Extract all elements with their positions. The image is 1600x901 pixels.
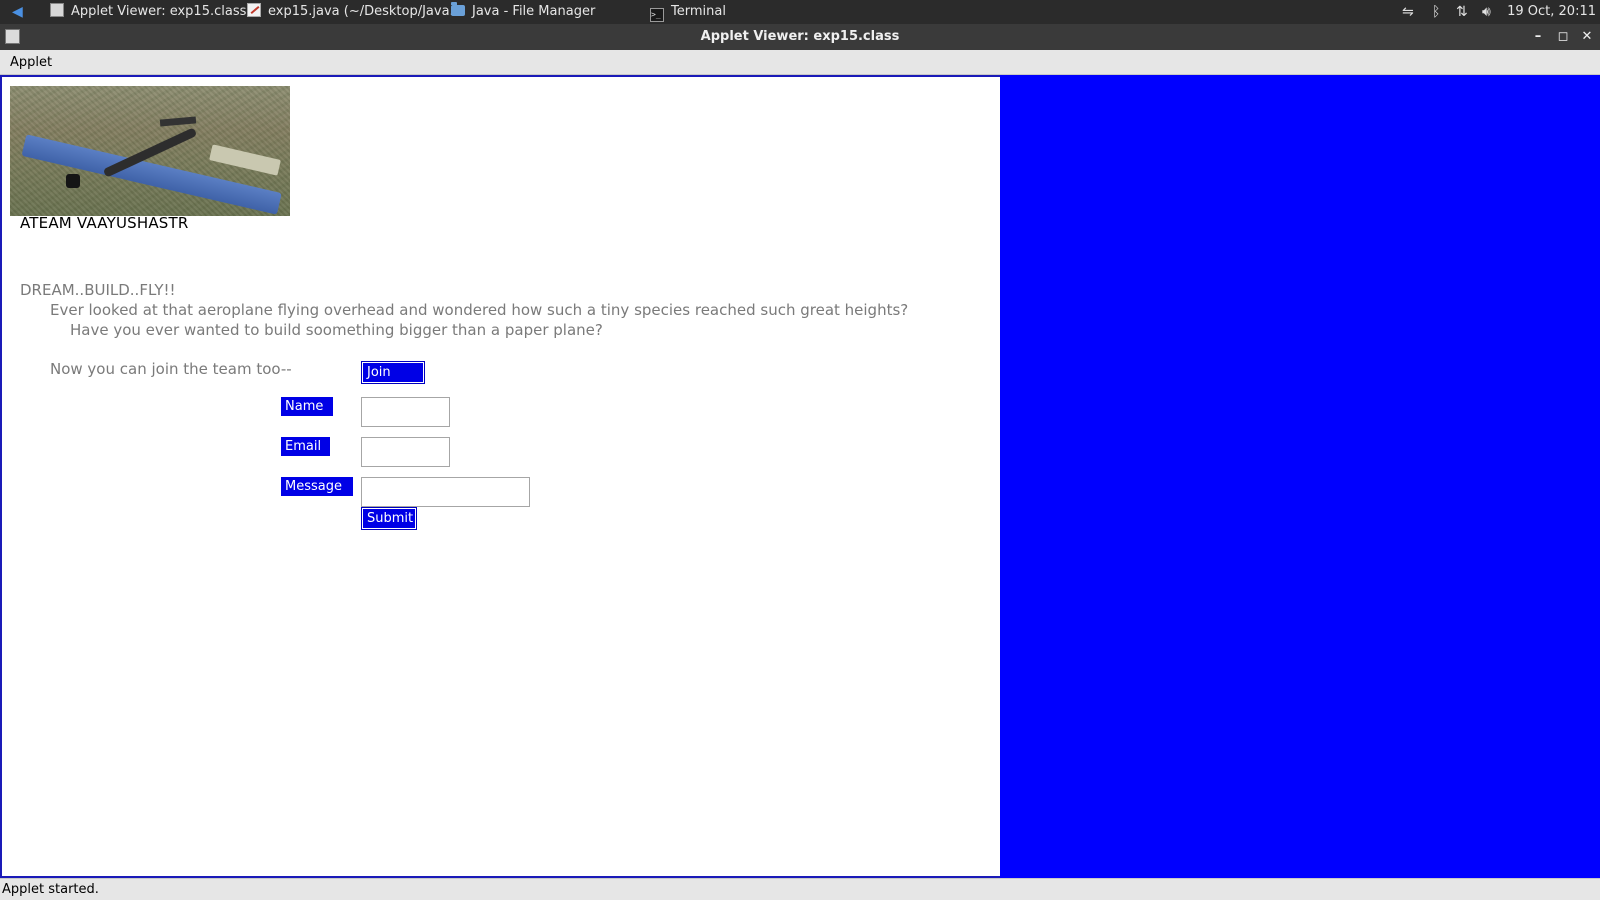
email-label: Email : [281,437,330,473]
taskbar-item-text-editor[interactable]: exp15.java (~/Desktop/Java... [247,0,462,24]
maximize-button[interactable]: ◻ [1553,24,1573,50]
status-text: Applet started. [2,882,99,897]
intro-paragraph-1: Ever looked at that aeroplane flying ove… [50,301,909,319]
network-wired-icon[interactable]: ⇋ [1402,0,1414,24]
folder-icon [451,2,465,16]
aircraft-photo [10,86,290,216]
app-menu-button[interactable]: ◀ [12,0,23,24]
taskbar: ◀ Applet Viewer: exp15.class exp15.java … [0,0,1600,24]
volume-icon[interactable]: 🔊︎ [1482,0,1491,24]
team-name: ATEAM VAAYUSHASTR [20,214,189,231]
text-editor-icon [247,3,261,17]
join-prompt: Now you can join the team too-- [50,360,292,378]
email-input[interactable] [361,437,450,467]
clock[interactable]: 19 Oct, 20:11 [1507,0,1596,24]
app-menu-icon: ◀ [12,4,23,20]
tagline: DREAM..BUILD..FLY!! [20,281,176,299]
status-bar: Applet started. [0,878,1600,900]
close-button[interactable]: ✕ [1577,24,1597,50]
applet-menubar: Applet [0,50,1600,75]
menu-applet[interactable]: Applet [10,50,52,75]
submit-button[interactable]: Submit [361,507,417,530]
network-transfer-icon[interactable]: ⇅ [1456,0,1468,24]
applet-icon [50,3,64,17]
taskbar-item-file-manager[interactable]: Java - File Manager [451,0,595,24]
message-input[interactable] [361,477,530,507]
taskbar-item-terminal[interactable]: >_ Terminal [650,0,726,24]
taskbar-item-applet-viewer[interactable]: Applet Viewer: exp15.class [50,0,246,24]
join-now-button[interactable]: Join now [361,361,425,399]
window-title: Applet Viewer: exp15.class [700,29,900,44]
terminal-icon: >_ [650,8,664,22]
name-input[interactable] [361,397,450,427]
bluetooth-icon[interactable]: ᛒ [1432,0,1440,24]
message-label: Message : [281,477,353,513]
window-titlebar[interactable]: Applet Viewer: exp15.class – ◻ ✕ [0,24,1600,50]
minimize-button[interactable]: – [1528,24,1548,50]
intro-paragraph-2: Have you ever wanted to build soomething… [70,321,603,339]
blue-panel [1000,75,1600,878]
name-label: Name : [281,397,333,433]
